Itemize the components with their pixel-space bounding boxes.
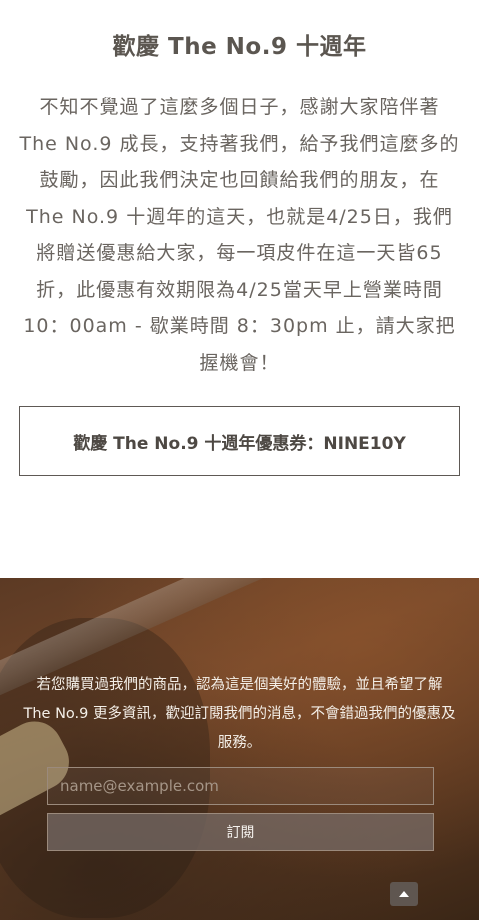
promo-title: 歡慶 The No.9 十週年 bbox=[112, 34, 367, 61]
back-to-top-button[interactable] bbox=[390, 882, 418, 906]
subscribe-button-label: 訂閱 bbox=[226, 825, 255, 841]
subscribe-button[interactable]: 訂閱 bbox=[47, 813, 434, 851]
email-input[interactable] bbox=[47, 767, 434, 805]
coupon-code-text: 歡慶 The No.9 十週年優惠券：NINE10Y bbox=[73, 433, 406, 454]
coupon-box: 歡慶 The No.9 十週年優惠券：NINE10Y bbox=[19, 406, 460, 476]
promo-description: 不知不覺過了這麼多個日子，感謝大家陪伴著 The No.9 成長，支持著我們，給… bbox=[19, 96, 460, 374]
subscribe-section: 若您購買過我們的商品，認為這是個美好的體驗，並且希望了解 The No.9 更多… bbox=[0, 578, 479, 920]
caret-up-icon bbox=[399, 891, 409, 897]
subscribe-description: 若您購買過我們的商品，認為這是個美好的體驗，並且希望了解 The No.9 更多… bbox=[23, 676, 456, 751]
